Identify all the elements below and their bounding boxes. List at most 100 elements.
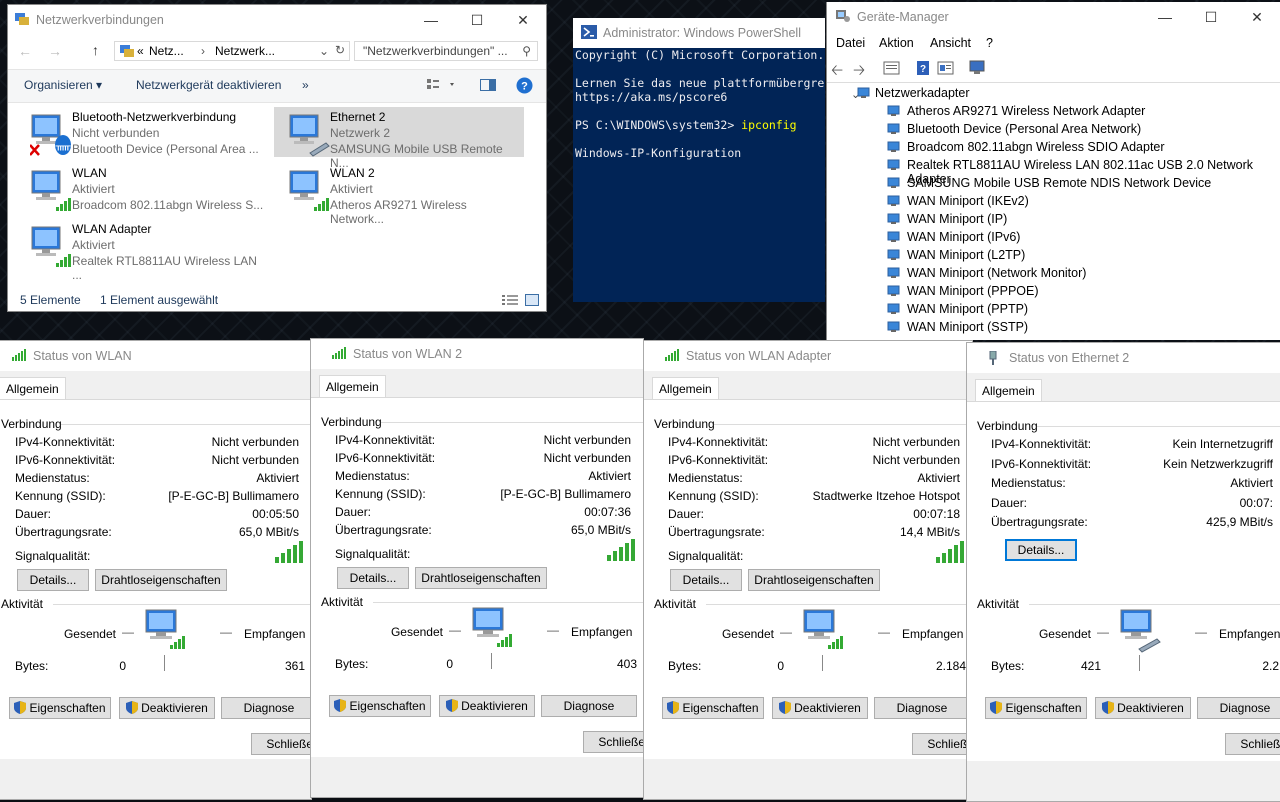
deactivate-button[interactable]: Deaktivieren	[119, 697, 215, 719]
list-item-bluetooth[interactable]: ᚅ Bluetooth-Netzwerkverbindung Nicht ver…	[16, 107, 266, 157]
wireless-properties-button[interactable]: Drahtloseigenschaften	[95, 569, 227, 591]
sent-dash: —	[449, 623, 461, 637]
properties-button[interactable]: Eigenschaften	[9, 697, 111, 719]
diagnose-button[interactable]: Diagnose	[541, 695, 637, 717]
group-connection-label: Verbindung	[321, 415, 382, 429]
tree-item-device[interactable]: Broadcom 802.11abgn Wireless SDIO Adapte…	[887, 140, 1165, 154]
menu-help[interactable]: ?	[986, 36, 993, 50]
value-ssid: Stadtwerke Itzehoe Hotspot	[812, 489, 960, 503]
address-bar[interactable]: « Netz... › Netzwerk... ⌄ ↻	[114, 41, 350, 61]
close-button[interactable]: Schließen	[251, 733, 311, 755]
diagnose-button[interactable]: Diagnose	[221, 697, 311, 719]
tab-general[interactable]: Allgemein	[652, 377, 719, 400]
tab-general[interactable]: Allgemein	[319, 375, 386, 398]
wireless-properties-button[interactable]: Drahtloseigenschaften	[748, 569, 880, 591]
back-arrow-icon[interactable]: ←	[18, 43, 32, 59]
tab-general[interactable]: Allgemein	[0, 377, 66, 400]
diagnose-button[interactable]: Diagnose	[1197, 697, 1280, 719]
details-button[interactable]: Details...	[17, 569, 89, 591]
maximize-icon[interactable]: ☐	[1188, 9, 1234, 26]
scan-hardware-icon[interactable]	[969, 60, 987, 76]
tree-item-device[interactable]: WAN Miniport (Network Monitor)	[887, 266, 1086, 280]
more-commands-button[interactable]: »	[302, 78, 309, 92]
tree-item-device[interactable]: WAN Miniport (IP)	[887, 212, 1007, 226]
devmgr-title: Geräte-Manager	[857, 10, 949, 24]
label-ssid: Kennung (SSID):	[668, 489, 759, 503]
up-arrow-icon[interactable]: ↑	[92, 42, 99, 58]
tree-item-device[interactable]: WAN Miniport (SSTP)	[887, 320, 1028, 334]
address-segment-1[interactable]: Netz...	[149, 42, 184, 60]
list-item-wlan[interactable]: WLAN Aktiviert Broadcom 802.11abgn Wirel…	[16, 163, 266, 213]
svg-text:?: ?	[920, 64, 926, 75]
tree-item-device[interactable]: Bluetooth Device (Personal Area Network)	[887, 122, 1141, 136]
tab-general[interactable]: Allgemein	[975, 379, 1042, 402]
wlan-network-icon	[31, 170, 71, 211]
minimize-icon[interactable]: —	[408, 12, 454, 29]
forward-arrow-icon[interactable]: →	[48, 43, 62, 59]
sent-dash: —	[780, 625, 792, 639]
value-media: Aktiviert	[917, 471, 960, 485]
received-dash: —	[220, 625, 232, 639]
close-button[interactable]: Schließen	[912, 733, 972, 755]
sent-dash: —	[1097, 625, 1109, 639]
tree-item-device[interactable]: WAN Miniport (IPv6)	[887, 230, 1020, 244]
item-status: Nicht verbunden	[72, 126, 160, 140]
help-icon[interactable]: ?	[516, 77, 533, 97]
preview-pane-icon[interactable]	[480, 79, 496, 94]
list-item-wlan2[interactable]: WLAN 2 Aktiviert Atheros AR9271 Wireless…	[274, 163, 524, 226]
minimize-icon[interactable]: —	[1142, 9, 1188, 26]
view-list-icon[interactable]	[937, 60, 955, 76]
diagnose-button[interactable]: Diagnose	[874, 697, 970, 719]
menu-file[interactable]: Datei	[836, 36, 865, 50]
maximize-icon[interactable]: ☐	[454, 12, 500, 29]
powershell-icon	[581, 24, 597, 42]
details-view-icon[interactable]	[502, 294, 518, 309]
tree-item-device[interactable]: WAN Miniport (IKEv2)	[887, 194, 1029, 208]
powershell-title: Administrator: Windows PowerShell	[603, 26, 801, 40]
close-icon[interactable]: ✕	[1234, 9, 1280, 26]
tiles-view-icon[interactable]	[525, 294, 539, 309]
tree-category-network[interactable]: Netzwerkadapter	[857, 86, 970, 100]
organize-button[interactable]: Organisieren ▾	[24, 78, 102, 92]
address-dropdown-icon[interactable]: ⌄	[319, 42, 329, 60]
close-icon[interactable]: ✕	[500, 12, 546, 29]
close-button[interactable]: Schließen	[1225, 733, 1280, 755]
list-item-ethernet2[interactable]: Ethernet 2 Netzwerk 2 SAMSUNG Mobile USB…	[274, 107, 524, 170]
deactivate-button[interactable]: Deaktivieren	[439, 695, 535, 717]
address-segment-2[interactable]: Netzwerk...	[215, 42, 275, 60]
view-options-icon[interactable]	[426, 78, 456, 95]
details-button[interactable]: Details...	[670, 569, 742, 591]
properties-button[interactable]: Eigenschaften	[329, 695, 431, 717]
disable-device-button[interactable]: Netzwerkgerät deaktivieren	[136, 78, 281, 92]
back-arrow-icon[interactable]: 🡠	[831, 60, 849, 79]
forward-arrow-icon[interactable]: 🡢	[853, 60, 871, 79]
search-input[interactable]: "Netzwerkverbindungen" ... ⚲	[354, 41, 538, 61]
tree-item-device[interactable]: Atheros AR9271 Wireless Network Adapter	[887, 104, 1145, 118]
network-adapter-icon	[887, 231, 900, 242]
tree-item-device[interactable]: WAN Miniport (PPPOE)	[887, 284, 1039, 298]
refresh-icon[interactable]: ↻	[335, 41, 345, 59]
list-item-wlan-adapter[interactable]: WLAN Adapter Aktiviert Realtek RTL8811AU…	[16, 219, 266, 282]
deactivate-button[interactable]: Deaktivieren	[1095, 697, 1191, 719]
tree-item-device[interactable]: WAN Miniport (L2TP)	[887, 248, 1025, 262]
console-prompt: PS C:\WINDOWS\system32>	[575, 118, 742, 132]
value-media: Aktiviert	[588, 469, 631, 483]
help-book-icon[interactable]: ?	[915, 60, 933, 76]
console-prompt-line[interactable]: PS C:\WINDOWS\system32> ipconfig	[575, 118, 797, 132]
deactivate-button[interactable]: Deaktivieren	[772, 697, 868, 719]
device-name: Bluetooth Device (Personal Area Network)	[907, 122, 1142, 136]
details-button[interactable]: Details...	[1005, 539, 1077, 561]
search-icon[interactable]: ⚲	[522, 42, 531, 60]
menu-view[interactable]: Ansicht	[930, 36, 971, 50]
network-adapter-icon	[857, 87, 870, 98]
properties-button[interactable]: Eigenschaften	[985, 697, 1087, 719]
deactivate-label: Deaktivieren	[141, 701, 208, 715]
properties-sheet-icon[interactable]	[883, 60, 901, 76]
wireless-properties-button[interactable]: Drahtloseigenschaften	[415, 567, 547, 589]
close-button[interactable]: Schließen	[583, 731, 643, 753]
menu-action[interactable]: Aktion	[879, 36, 914, 50]
properties-button[interactable]: Eigenschaften	[662, 697, 764, 719]
details-button[interactable]: Details...	[337, 567, 409, 589]
tree-item-device[interactable]: SAMSUNG Mobile USB Remote NDIS Network D…	[887, 176, 1211, 190]
tree-item-device[interactable]: WAN Miniport (PPTP)	[887, 302, 1028, 316]
